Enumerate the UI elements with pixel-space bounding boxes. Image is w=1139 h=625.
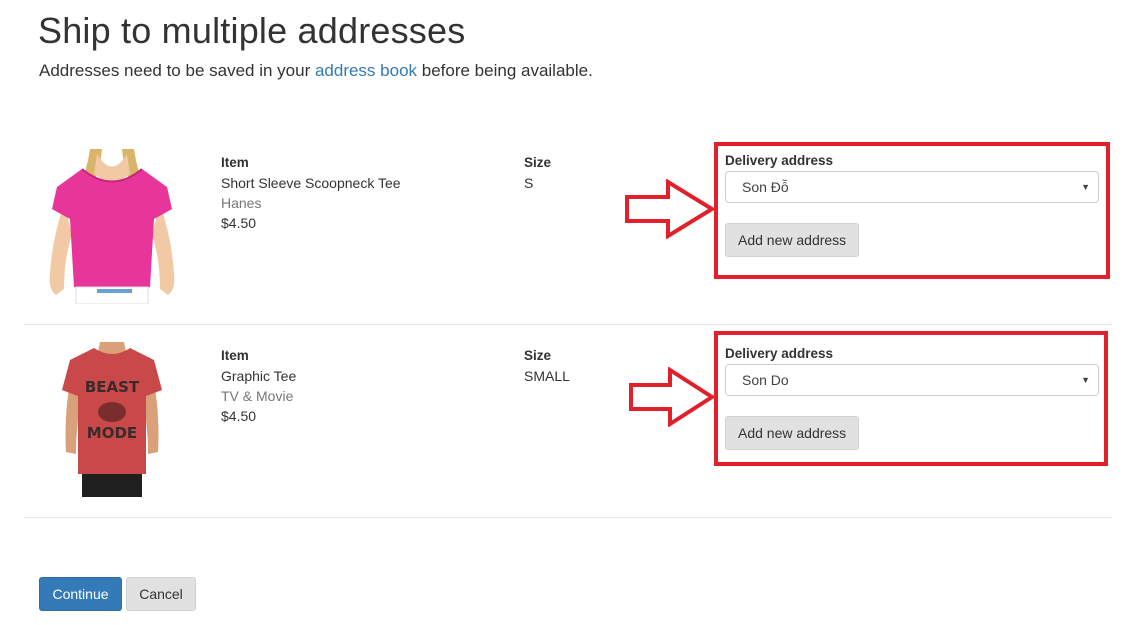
right-arrow-icon <box>625 179 716 239</box>
item-brand: Hanes <box>221 195 262 211</box>
page: Ship to multiple addresses Addresses nee… <box>0 0 1139 625</box>
page-subtitle: Addresses need to be saved in your addre… <box>39 61 593 81</box>
size-label: Size <box>524 155 552 170</box>
chevron-down-icon: ▼ <box>1081 375 1090 385</box>
delivery-address-select[interactable]: Son Do ▼ <box>725 364 1099 396</box>
add-new-address-button[interactable]: Add new address <box>725 416 860 450</box>
size-column: Size SMALL <box>524 346 570 386</box>
right-arrow-icon <box>629 367 716 427</box>
graphic-text-line-2: MODE <box>87 424 137 442</box>
item-label: Item <box>221 348 249 363</box>
chevron-down-icon: ▼ <box>1081 182 1090 192</box>
subtitle-text-before: Addresses need to be saved in your <box>39 61 315 80</box>
delivery-address-group: Delivery address Son Do ▼ Add new addres… <box>725 346 1099 450</box>
page-title: Ship to multiple addresses <box>38 10 466 51</box>
delivery-address-select[interactable]: Son Đỗ ▼ <box>725 171 1099 203</box>
size-value: SMALL <box>524 368 570 384</box>
delivery-address-label: Delivery address <box>725 346 834 361</box>
size-label: Size <box>524 348 552 363</box>
shipping-item-row: BEAST MODE Item Graphic Tee TV & Movie $… <box>24 324 1112 518</box>
item-name: Graphic Tee <box>221 368 297 384</box>
item-column: Item Short Sleeve Scoopneck Tee Hanes $4… <box>221 153 401 233</box>
item-price: $4.50 <box>221 215 257 231</box>
add-new-address-button[interactable]: Add new address <box>725 223 860 257</box>
continue-button[interactable]: Continue <box>39 577 122 611</box>
delivery-address-value: Son Đỗ <box>742 179 789 195</box>
red-graphic-tshirt-image: BEAST MODE <box>42 342 182 497</box>
item-brand: TV & Movie <box>221 388 294 404</box>
size-value: S <box>524 175 534 191</box>
delivery-address-value: Son Do <box>742 372 789 388</box>
graphic-text-line-1: BEAST <box>85 378 140 396</box>
address-book-link[interactable]: address book <box>315 61 417 80</box>
subtitle-text-after: before being available. <box>417 61 593 80</box>
delivery-address-label: Delivery address <box>725 153 834 168</box>
item-column: Item Graphic Tee TV & Movie $4.50 <box>221 346 296 426</box>
item-price: $4.50 <box>221 408 257 424</box>
item-name: Short Sleeve Scoopneck Tee <box>221 175 401 191</box>
shipping-item-row: Item Short Sleeve Scoopneck Tee Hanes $4… <box>24 131 1112 325</box>
item-label: Item <box>221 155 249 170</box>
size-column: Size S <box>524 153 551 193</box>
cancel-button[interactable]: Cancel <box>126 577 196 611</box>
delivery-address-group: Delivery address Son Đỗ ▼ Add new addres… <box>725 153 1099 257</box>
pink-tshirt-woman-image <box>42 149 182 304</box>
